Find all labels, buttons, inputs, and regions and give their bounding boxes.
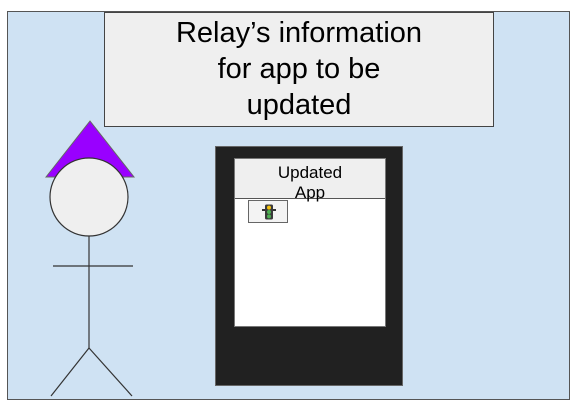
stick-figure-head bbox=[49, 157, 129, 237]
stick-figure-left-leg bbox=[50, 347, 90, 397]
relay-icon-box[interactable] bbox=[248, 200, 288, 223]
app-header: Updated App bbox=[235, 159, 385, 202]
relay-info-callout: Relay’s information for app to be update… bbox=[104, 12, 494, 127]
app-header-text: Updated App bbox=[277, 163, 343, 202]
stick-figure-right-leg bbox=[88, 347, 133, 397]
traffic-light-icon bbox=[262, 204, 276, 220]
phone-screen: Updated App bbox=[234, 158, 386, 327]
diagram-canvas: Relay’s information for app to be update… bbox=[7, 11, 570, 400]
relay-info-text: Relay’s information for app to be update… bbox=[175, 17, 423, 121]
phone-device: Updated App bbox=[215, 146, 403, 386]
